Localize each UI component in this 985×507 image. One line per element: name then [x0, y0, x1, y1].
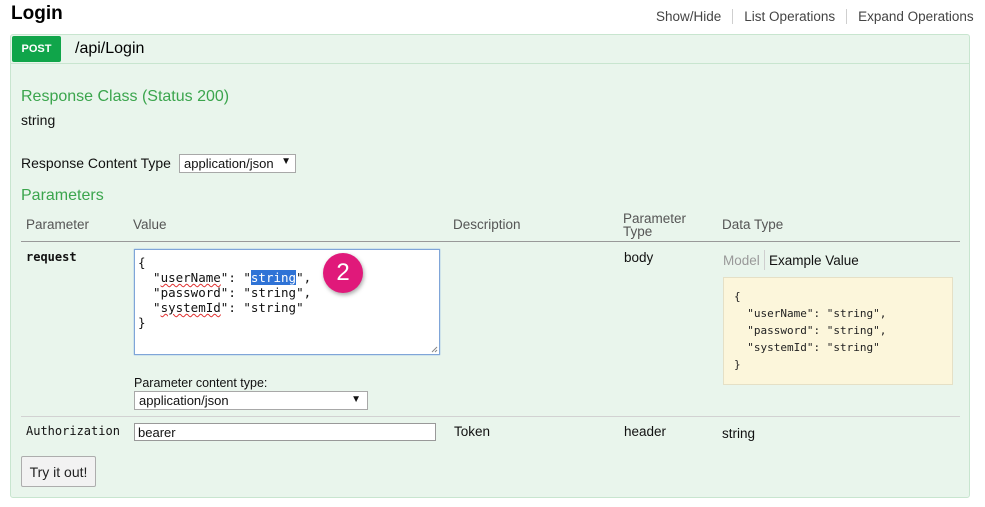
- show-hide-link[interactable]: Show/Hide: [645, 9, 732, 24]
- selected-text: string: [250, 270, 297, 285]
- response-content-type-label: Response Content Type: [21, 155, 171, 171]
- column-description: Description: [453, 217, 521, 232]
- heading-divider: [11, 63, 969, 64]
- model-tab[interactable]: Model: [723, 253, 760, 268]
- parameter-content-type-select[interactable]: application/json ▼: [134, 391, 368, 410]
- param-name-request: request: [26, 250, 77, 264]
- http-method-badge[interactable]: POST: [12, 36, 61, 62]
- expand-operations-link[interactable]: Expand Operations: [846, 9, 985, 24]
- column-parameter-type: Parameter Type: [623, 212, 686, 239]
- row-divider: [21, 416, 960, 417]
- column-parameter: Parameter: [26, 217, 90, 232]
- page-title: Login: [11, 3, 63, 24]
- response-content-type-select[interactable]: application/json ▼: [179, 154, 296, 173]
- dropdown-arrow-icon: ▼: [351, 394, 361, 405]
- request-body-textarea[interactable]: { "userName": "string", "password": "str…: [134, 249, 440, 355]
- example-value-tab[interactable]: Example Value: [769, 253, 859, 268]
- column-value: Value: [133, 217, 167, 232]
- resize-grip-icon[interactable]: [430, 345, 438, 353]
- authorization-description: Token: [454, 424, 491, 439]
- authorization-input[interactable]: bearer: [134, 423, 436, 441]
- header-links: Show/Hide List Operations Expand Operati…: [645, 9, 985, 24]
- param-type-body: body: [624, 250, 654, 265]
- parameter-content-type-value: application/json: [139, 393, 229, 408]
- step-number-badge: 2: [323, 253, 363, 293]
- response-content-type-value: application/json: [184, 156, 274, 171]
- try-it-out-button[interactable]: Try it out!: [21, 456, 96, 487]
- parameter-content-type-label: Parameter content type:: [134, 376, 268, 390]
- param-name-authorization: Authorization: [26, 424, 120, 438]
- operation-heading[interactable]: POST /api/Login: [11, 35, 969, 63]
- key-password: password: [160, 285, 221, 300]
- response-class-type: string: [21, 112, 56, 128]
- key-systemid: systemId: [160, 300, 221, 315]
- authorization-data-type: string: [722, 426, 756, 441]
- dropdown-arrow-icon: ▼: [281, 156, 291, 167]
- key-username: userName: [160, 270, 221, 285]
- param-type-header: header: [624, 424, 667, 439]
- response-class-heading: Response Class (Status 200): [21, 88, 230, 105]
- column-data-type: Data Type: [722, 217, 784, 232]
- operation-panel: POST /api/Login Response Class (Status 2…: [10, 34, 970, 498]
- operation-path[interactable]: /api/Login: [75, 40, 144, 58]
- column-parameter-type-line2: Type: [623, 224, 653, 239]
- parameters-heading: Parameters: [21, 187, 104, 204]
- list-operations-link[interactable]: List Operations: [732, 9, 846, 24]
- table-header-divider: [21, 241, 960, 242]
- example-value-box[interactable]: { "userName": "string", "password": "str…: [723, 277, 953, 385]
- tab-separator: [764, 250, 765, 270]
